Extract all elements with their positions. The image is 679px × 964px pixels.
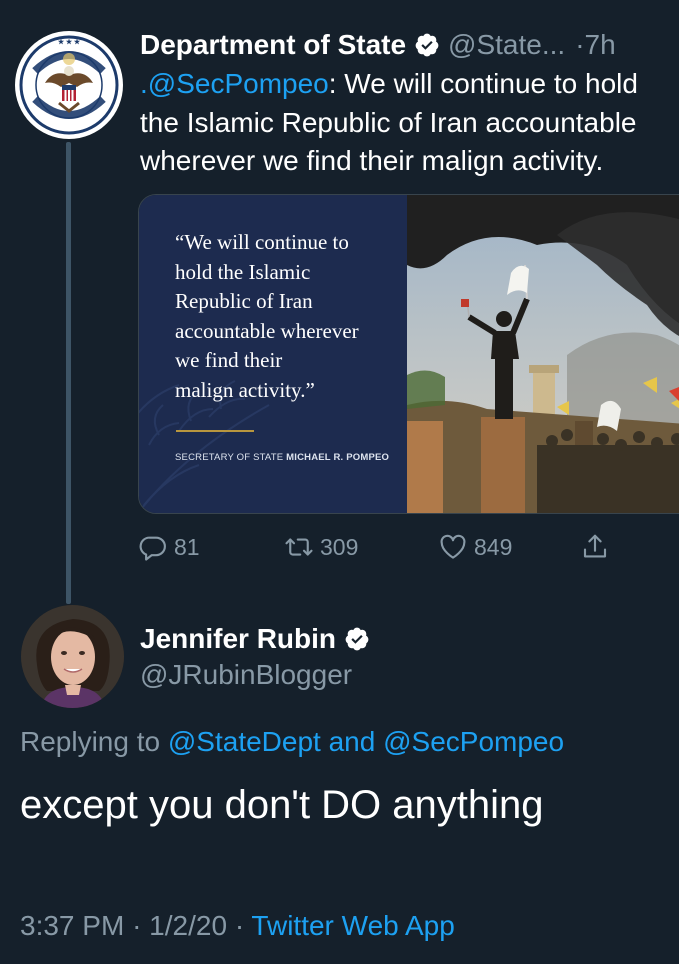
author-name[interactable]: Department of State [140,29,406,60]
seal-icon: ★ ★ ★ [17,33,121,137]
replying-prefix: Replying to [20,726,161,757]
attribution: SECRETARY OF STATE MICHAEL R. POMPEO [175,452,389,463]
reply-action[interactable]: 81 [138,527,200,567]
thread-connector-line [66,142,71,604]
like-count: 849 [474,533,513,560]
text-line-2: the Islamic Republic of Iran accountable [140,106,637,138]
separator: · [234,910,245,941]
quoted-tweet-text: .@SecPompeo: We will continue to hold th… [140,65,679,181]
replying-to-secpompeo[interactable]: @SecPompeo [383,726,564,757]
like-icon [440,534,466,559]
reply-author-handle[interactable]: @JRubinBlogger [140,656,352,694]
tweet-date[interactable]: 1/2/20 [149,910,227,941]
retweet-count: 309 [320,533,359,560]
tweet-media-card[interactable]: “We will continue to hold the Islamic Re… [138,194,679,514]
tweet-time[interactable]: 7h [585,29,616,60]
separator: · [575,29,585,60]
reply-icon [139,536,166,561]
retweet-action[interactable]: 309 [284,527,358,567]
verified-icon [414,29,440,57]
replying-to-statedept[interactable]: @StateDept [168,726,321,757]
text-line-1: : We will continue to hold [328,68,638,99]
text-line-3: wherever we find their malign activity. [140,145,604,176]
like-action[interactable]: 849 [438,527,512,567]
source-link[interactable]: Twitter Web App [251,910,454,941]
state-dept-avatar[interactable]: ★ ★ ★ [15,31,123,139]
author-handle[interactable]: @State... [448,29,565,60]
attribution-title: SECRETARY OF STATE [175,452,284,463]
verified-icon [344,624,370,651]
jennifer-rubin-avatar[interactable] [21,605,124,708]
protest-photo [407,195,679,513]
replying-to-line: Replying to @StateDept and @SecPompeo [20,722,564,762]
reply-tweet-text: except you don't DO anything [20,783,544,827]
reply-author-name-text: Jennifer Rubin [140,623,337,654]
reply-count: 81 [174,533,200,560]
tweet-time[interactable]: 3:37 PM [20,910,124,941]
mention-link[interactable]: .@SecPompeo [140,68,329,99]
quote-text: “We will continue to hold the Islamic Re… [175,230,359,402]
replying-and[interactable]: and [329,726,376,757]
tweet-action-bar: 81 309 849 [138,527,638,567]
retweet-icon [285,538,313,556]
gold-divider [176,430,254,432]
share-action[interactable] [580,527,616,567]
share-icon [583,534,607,558]
attribution-name: MICHAEL R. POMPEO [286,452,390,463]
tweet-metadata: 3:37 PM · 1/2/20 · Twitter Web App [20,905,455,947]
separator: · [132,910,142,941]
quote-graphic-panel: “We will continue to hold the Islamic Re… [139,195,407,513]
profile-photo [21,605,124,708]
quoted-tweet-header: Department of State @State... ·7h [140,25,679,65]
reply-author-name[interactable]: Jennifer Rubin [140,620,370,658]
svg-text:★ ★ ★: ★ ★ ★ [58,38,81,46]
